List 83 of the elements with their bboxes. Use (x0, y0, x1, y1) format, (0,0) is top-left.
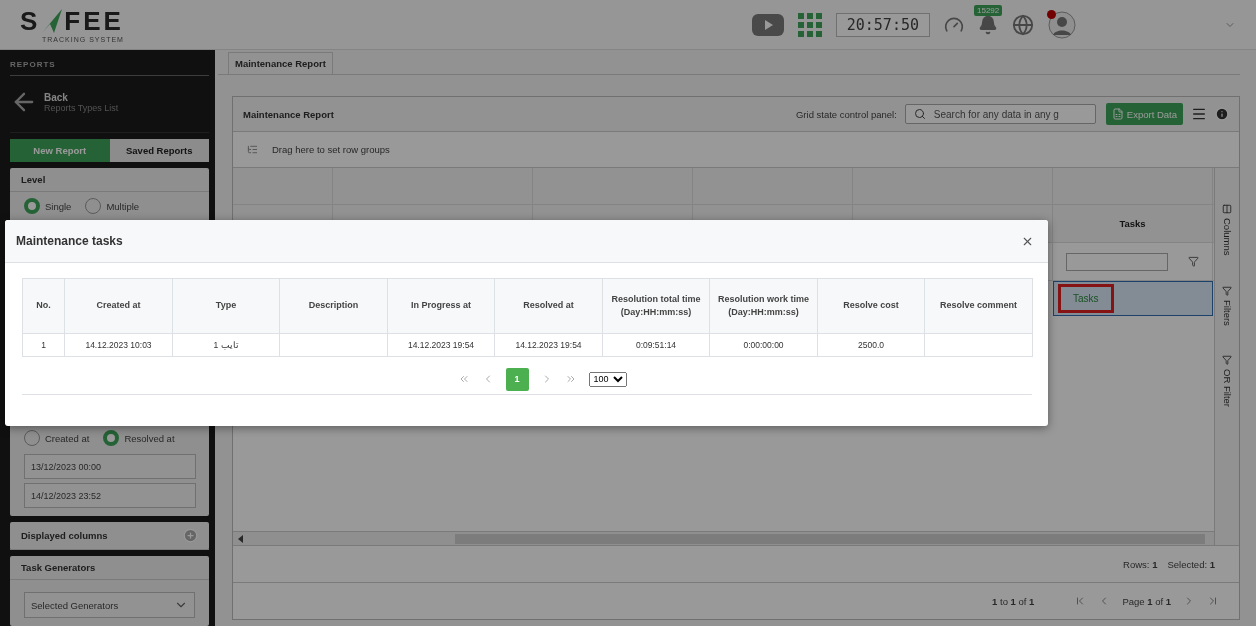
row-range: 1 to 1 of 1 (992, 595, 1035, 607)
user-avatar-icon[interactable] (1048, 10, 1076, 39)
back-label: Back (44, 91, 69, 103)
report-tab[interactable]: Maintenance Report (228, 52, 333, 74)
radio-label: Multiple (106, 200, 140, 212)
table-cell: 14.12.2023 10:03 (64, 333, 173, 357)
info-icon[interactable] (1215, 107, 1229, 121)
logo-text: FEE (64, 7, 124, 34)
search-input[interactable]: Search for any data in any g (933, 108, 1084, 120)
page-size-select[interactable]: 100 (588, 371, 627, 387)
row-group-hint: Drag here to set row groups (272, 144, 390, 155)
columns-icon (1222, 204, 1232, 214)
table-cell: 1 تايب (172, 333, 280, 357)
modal-title: Maintenance tasks (16, 234, 123, 248)
table-cell: 1 (22, 333, 65, 357)
bell-icon[interactable] (978, 14, 998, 35)
generators-dropdown[interactable]: Selected Generators (24, 592, 195, 618)
scroll-left-icon[interactable] (237, 534, 245, 543)
apps-grid-icon[interactable] (797, 12, 822, 37)
radio-option[interactable]: Resolved at (103, 430, 175, 446)
radio-icon[interactable] (103, 430, 120, 446)
table-cell: 2500.0 (817, 333, 925, 357)
panel-title: Maintenance Report (243, 108, 334, 120)
column-header: Resolve cost (817, 278, 925, 334)
back-link[interactable]: Back Reports Types List (10, 76, 209, 132)
column-header: Resolution work time (Day:HH:mm:ss) (709, 278, 818, 334)
radio-label: Resolved at (124, 432, 175, 444)
table-cell: 0:00:00:00 (709, 333, 818, 357)
add-icon[interactable] (183, 528, 198, 543)
page-indicator: Page 1 of 1 (1122, 595, 1171, 607)
card-title: Level (10, 168, 209, 192)
report-tab[interactable]: New Report (10, 139, 110, 162)
radio-option[interactable]: Created at (24, 430, 90, 446)
menu-icon[interactable] (1191, 106, 1207, 122)
row-count: Rows: 1 (1123, 558, 1158, 570)
column-header: Resolved at (494, 278, 603, 334)
notification-badge: 15292 (974, 4, 1003, 16)
filter-field[interactable] (1066, 252, 1168, 271)
logo-text: S (20, 7, 41, 34)
back-subtitle: Reports Types List (44, 102, 119, 113)
export-button[interactable]: Export Data (1105, 103, 1183, 125)
table-row[interactable]: Tasks (1053, 281, 1213, 316)
card-title: Task Generators (10, 556, 209, 580)
column-header[interactable]: Tasks (1119, 218, 1146, 229)
side-tab[interactable]: Columns (1221, 204, 1233, 256)
section-title: REPORTS (10, 58, 209, 76)
radio-option[interactable]: Multiple (85, 198, 140, 214)
search-field[interactable]: Search for any data in any g (904, 104, 1096, 124)
column-header: Type (172, 278, 280, 334)
last-page-icon[interactable] (1207, 595, 1219, 607)
filter-icon (1222, 355, 1232, 366)
column-header: In Progress at (387, 278, 495, 334)
card-title: Displayed columns (21, 530, 108, 541)
column-header: Resolve comment (924, 278, 1033, 334)
video-play-icon[interactable] (751, 13, 784, 36)
column-header: Resolution total time (Day:HH:mm:ss) (602, 278, 710, 334)
control-label: Grid state control panel: (795, 108, 897, 120)
date-field[interactable]: 13/12/2023 00:00 (24, 454, 196, 479)
table-cell: 14.12.2023 19:54 (387, 333, 495, 357)
side-tab[interactable]: OR Filter (1221, 355, 1233, 408)
date-field[interactable]: 14/12/2023 23:52 (24, 483, 196, 508)
table-cell: 14.12.2023 19:54 (494, 333, 603, 357)
side-tab[interactable]: Filters (1221, 285, 1233, 326)
radio-icon[interactable] (24, 198, 40, 214)
table-cell: 0:09:51:14 (602, 333, 710, 357)
page-button[interactable]: 1 (505, 367, 529, 391)
last-page-icon[interactable] (564, 373, 577, 385)
report-tab[interactable]: Saved Reports (109, 139, 209, 162)
spreadsheet-icon (1111, 108, 1124, 120)
column-header: Created at (64, 278, 173, 334)
globe-icon[interactable] (1012, 13, 1034, 36)
radio-option[interactable]: Single (24, 198, 72, 214)
row-group-icon (247, 144, 258, 155)
search-icon (913, 108, 926, 120)
filter-icon[interactable] (1188, 256, 1199, 267)
radio-label: Single (45, 200, 72, 212)
filter-icon (1222, 285, 1232, 296)
column-header: No. (22, 278, 65, 334)
column-header: Description (279, 278, 388, 334)
clock: 20:57:50 (835, 12, 930, 37)
radio-label: Created at (45, 432, 90, 444)
selected-count: Selected: 1 (1167, 558, 1215, 570)
tasks-link[interactable]: Tasks (1058, 284, 1114, 313)
